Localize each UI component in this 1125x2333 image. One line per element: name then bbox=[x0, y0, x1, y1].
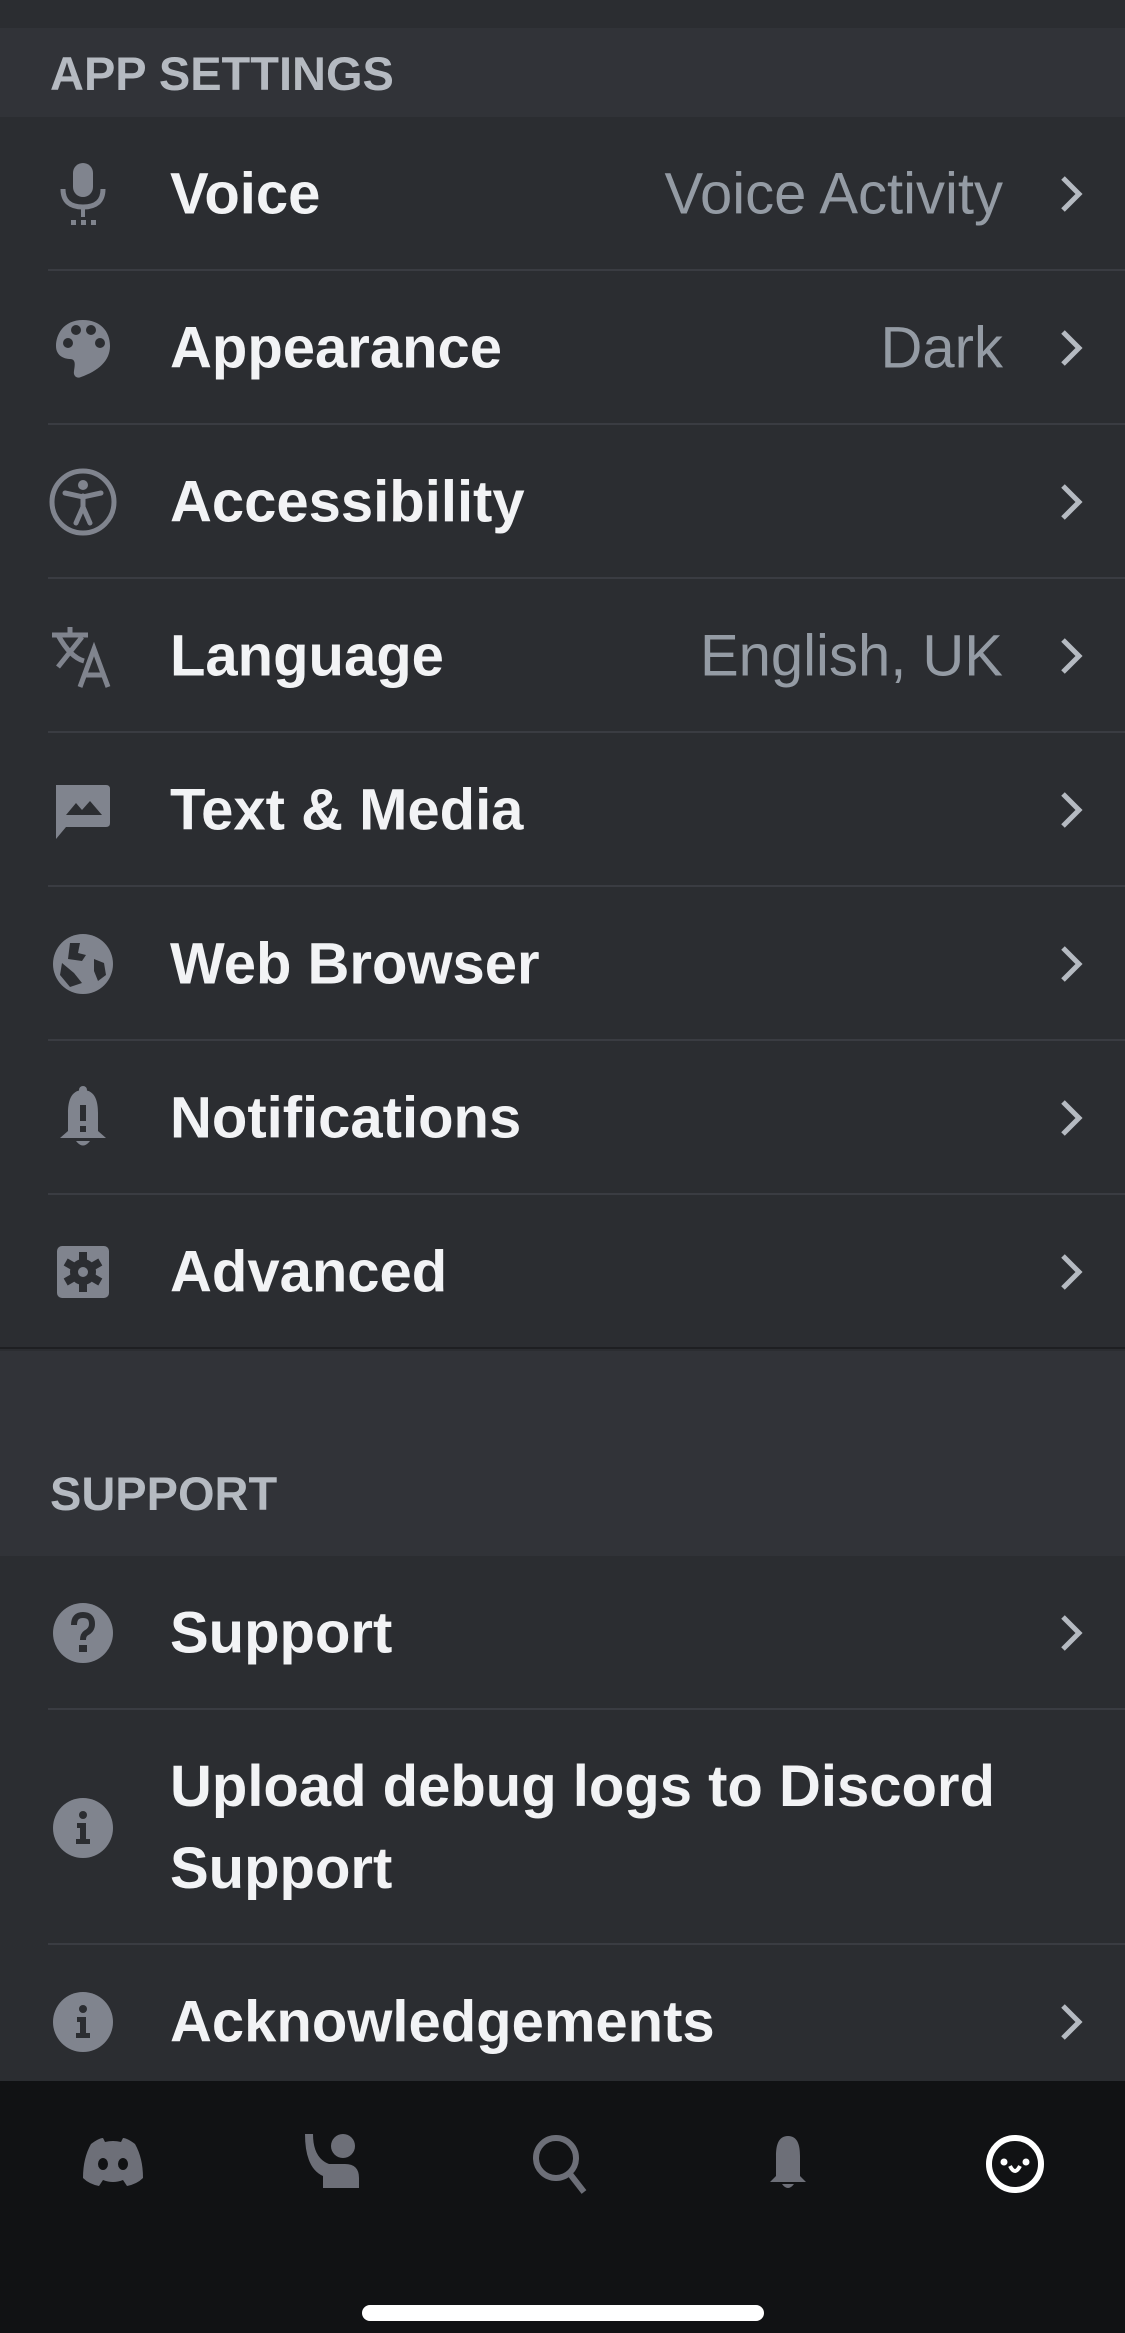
chevron-right-icon bbox=[1061, 1100, 1083, 1136]
home-indicator[interactable] bbox=[362, 2305, 764, 2321]
bottom-tab-bar bbox=[0, 2081, 1125, 2333]
info-circle-icon bbox=[48, 1987, 118, 2057]
row-label: Web Browser bbox=[170, 931, 540, 997]
info-circle-icon bbox=[48, 1793, 118, 1863]
settings-row-notifications[interactable]: Notifications bbox=[0, 1041, 1125, 1195]
chevron-right-icon bbox=[1061, 792, 1083, 828]
settings-row-voice[interactable]: Voice Voice Activity bbox=[0, 117, 1125, 271]
chevron-right-icon bbox=[1061, 484, 1083, 520]
support-row-support[interactable]: Support bbox=[0, 1556, 1125, 1710]
palette-icon bbox=[48, 313, 118, 383]
friends-wave-icon bbox=[305, 2134, 359, 2188]
chevron-right-icon bbox=[1061, 1254, 1083, 1290]
row-label: Upload debug logs to Discord Support bbox=[170, 1753, 995, 1901]
bell-alert-icon bbox=[48, 1083, 118, 1153]
row-label: Advanced bbox=[170, 1239, 448, 1305]
globe-icon bbox=[48, 929, 118, 999]
scrolled-content-edge bbox=[0, 0, 1125, 28]
support-row-acknowledgements[interactable]: Acknowledgements bbox=[0, 1945, 1125, 2099]
tab-search[interactable] bbox=[517, 2119, 607, 2209]
chevron-right-icon bbox=[1061, 946, 1083, 982]
tab-notifications[interactable] bbox=[743, 2119, 833, 2209]
row-value: Dark bbox=[880, 315, 1003, 381]
divider bbox=[0, 1347, 1125, 1349]
bell-icon bbox=[770, 2136, 806, 2188]
question-circle-icon bbox=[48, 1598, 118, 1668]
section-title: APP SETTINGS bbox=[50, 47, 394, 100]
tab-home[interactable] bbox=[68, 2119, 158, 2209]
row-label: Text & Media bbox=[170, 777, 524, 843]
translate-icon bbox=[48, 621, 118, 691]
support-list: Support Upload debug logs to Discord Sup… bbox=[0, 1556, 1125, 2099]
row-label: Appearance bbox=[170, 315, 503, 381]
settings-row-accessibility[interactable]: Accessibility bbox=[0, 425, 1125, 579]
row-value: Voice Activity bbox=[664, 161, 1003, 227]
microphone-icon bbox=[48, 159, 118, 229]
settings-row-advanced[interactable]: Advanced bbox=[0, 1195, 1125, 1349]
app-settings-list: Voice Voice Activity Appearance Dark Acc… bbox=[0, 117, 1125, 1349]
gear-square-icon bbox=[48, 1237, 118, 1307]
settings-row-language[interactable]: Language English, UK bbox=[0, 579, 1125, 733]
row-value: English, UK bbox=[699, 623, 1003, 689]
accessibility-icon bbox=[48, 467, 118, 537]
tab-you[interactable] bbox=[970, 2119, 1060, 2209]
settings-row-appearance[interactable]: Appearance Dark bbox=[0, 271, 1125, 425]
row-label: Notifications bbox=[170, 1085, 522, 1151]
tab-friends[interactable] bbox=[288, 2119, 378, 2209]
settings-row-text-media[interactable]: Text & Media bbox=[0, 733, 1125, 887]
row-label: Accessibility bbox=[170, 469, 525, 535]
section-title: SUPPORT bbox=[50, 1467, 278, 1520]
row-label: Voice bbox=[170, 161, 321, 227]
chevron-right-icon bbox=[1061, 176, 1083, 212]
settings-row-web-browser[interactable]: Web Browser bbox=[0, 887, 1125, 1041]
support-row-upload-debug-logs[interactable]: Upload debug logs to Discord Support bbox=[0, 1710, 1125, 1945]
row-label: Language bbox=[170, 623, 444, 689]
image-message-icon bbox=[48, 775, 118, 845]
chevron-right-icon bbox=[1061, 638, 1083, 674]
search-icon bbox=[533, 2135, 587, 2194]
discord-logo-icon bbox=[83, 2138, 143, 2186]
support-header: SUPPORT bbox=[0, 1351, 1125, 1556]
app-settings-header: APP SETTINGS bbox=[0, 28, 1125, 117]
chevron-right-icon bbox=[1061, 2004, 1083, 2040]
row-label: Support bbox=[170, 1600, 393, 1666]
chevron-right-icon bbox=[1061, 1615, 1083, 1651]
avatar-smile-icon bbox=[986, 2135, 1044, 2193]
chevron-right-icon bbox=[1061, 330, 1083, 366]
row-label: Acknowledgements bbox=[170, 1989, 715, 2055]
